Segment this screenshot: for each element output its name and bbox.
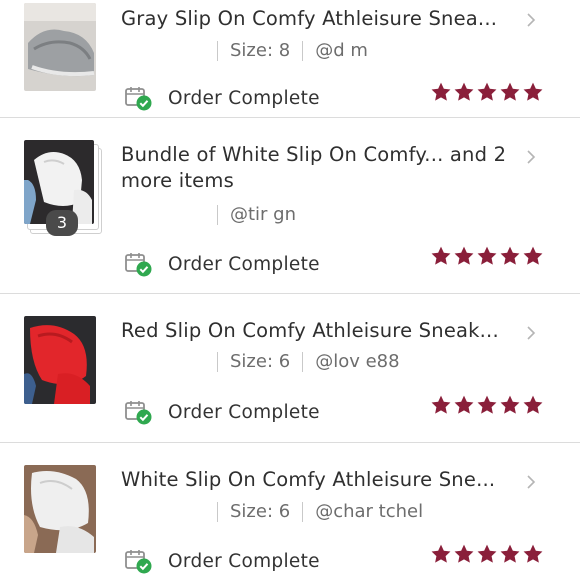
status-text: Order Complete xyxy=(168,401,320,423)
star-icon xyxy=(476,394,498,416)
divider xyxy=(217,40,218,61)
order-title[interactable]: White Slip On Comfy Athleisure Sne... xyxy=(121,467,511,493)
order-row[interactable]: 3 Bundle of White Slip On Comfy... and 2… xyxy=(0,118,580,294)
divider xyxy=(217,204,218,225)
order-complete-icon xyxy=(124,250,154,278)
star-icon xyxy=(499,394,521,416)
order-meta: Size: 8 @d m xyxy=(121,40,368,61)
chevron-right-icon[interactable] xyxy=(524,13,538,27)
star-rating xyxy=(430,543,544,565)
divider xyxy=(217,501,218,522)
username[interactable]: @char tchel xyxy=(315,501,423,522)
order-row[interactable]: Gray Slip On Comfy Athleisure Snea... Si… xyxy=(0,0,580,118)
order-title[interactable]: Bundle of White Slip On Comfy... and 2 m… xyxy=(121,142,511,194)
star-icon xyxy=(476,543,498,565)
order-status: Order Complete xyxy=(124,398,320,426)
order-meta: Size: 6 @lov e88 xyxy=(121,351,400,372)
order-title[interactable]: Gray Slip On Comfy Athleisure Snea... xyxy=(121,6,511,32)
product-thumbnail[interactable] xyxy=(24,465,96,553)
chevron-right-icon[interactable] xyxy=(524,475,538,489)
size-label: Size: 8 xyxy=(230,40,291,61)
order-complete-icon xyxy=(124,547,154,575)
username[interactable]: @lov e88 xyxy=(315,351,399,372)
star-rating xyxy=(430,245,544,267)
username[interactable]: @tir gn xyxy=(230,204,296,225)
order-meta: @tir gn xyxy=(121,204,296,225)
status-text: Order Complete xyxy=(168,87,320,109)
star-icon xyxy=(430,81,452,103)
size-label: Size: 6 xyxy=(230,351,291,372)
item-count-badge: 3 xyxy=(46,210,78,236)
star-icon xyxy=(476,245,498,267)
star-icon xyxy=(430,394,452,416)
size-label: Size: 6 xyxy=(230,501,291,522)
divider xyxy=(302,351,304,372)
chevron-right-icon[interactable] xyxy=(524,150,538,164)
order-status: Order Complete xyxy=(124,547,320,575)
order-status: Order Complete xyxy=(124,250,320,278)
order-meta: Size: 6 @char tchel xyxy=(121,501,423,522)
product-thumbnail[interactable] xyxy=(24,3,96,91)
star-rating xyxy=(430,394,544,416)
star-icon xyxy=(430,543,452,565)
star-icon xyxy=(499,245,521,267)
star-rating xyxy=(430,81,544,103)
order-complete-icon xyxy=(124,398,154,426)
star-icon xyxy=(499,81,521,103)
bundle-thumbnail[interactable]: 3 xyxy=(20,140,102,236)
order-row[interactable]: White Slip On Comfy Athleisure Sne... Si… xyxy=(0,443,580,580)
star-icon xyxy=(430,245,452,267)
order-status: Order Complete xyxy=(124,84,320,112)
star-icon xyxy=(522,245,544,267)
order-complete-icon xyxy=(124,84,154,112)
star-icon xyxy=(499,543,521,565)
order-row[interactable]: Red Slip On Comfy Athleisure Sneak... Si… xyxy=(0,294,580,443)
status-text: Order Complete xyxy=(168,550,320,572)
star-icon xyxy=(453,394,475,416)
star-icon xyxy=(522,394,544,416)
star-icon xyxy=(453,81,475,103)
product-thumbnail[interactable] xyxy=(24,316,96,404)
star-icon xyxy=(522,543,544,565)
divider xyxy=(302,501,304,522)
status-text: Order Complete xyxy=(168,253,320,275)
divider xyxy=(217,351,218,372)
star-icon xyxy=(453,543,475,565)
chevron-right-icon[interactable] xyxy=(524,326,538,340)
star-icon xyxy=(453,245,475,267)
divider xyxy=(302,40,304,61)
order-title[interactable]: Red Slip On Comfy Athleisure Sneak... xyxy=(121,318,511,344)
star-icon xyxy=(476,81,498,103)
username[interactable]: @d m xyxy=(315,40,368,61)
star-icon xyxy=(522,81,544,103)
